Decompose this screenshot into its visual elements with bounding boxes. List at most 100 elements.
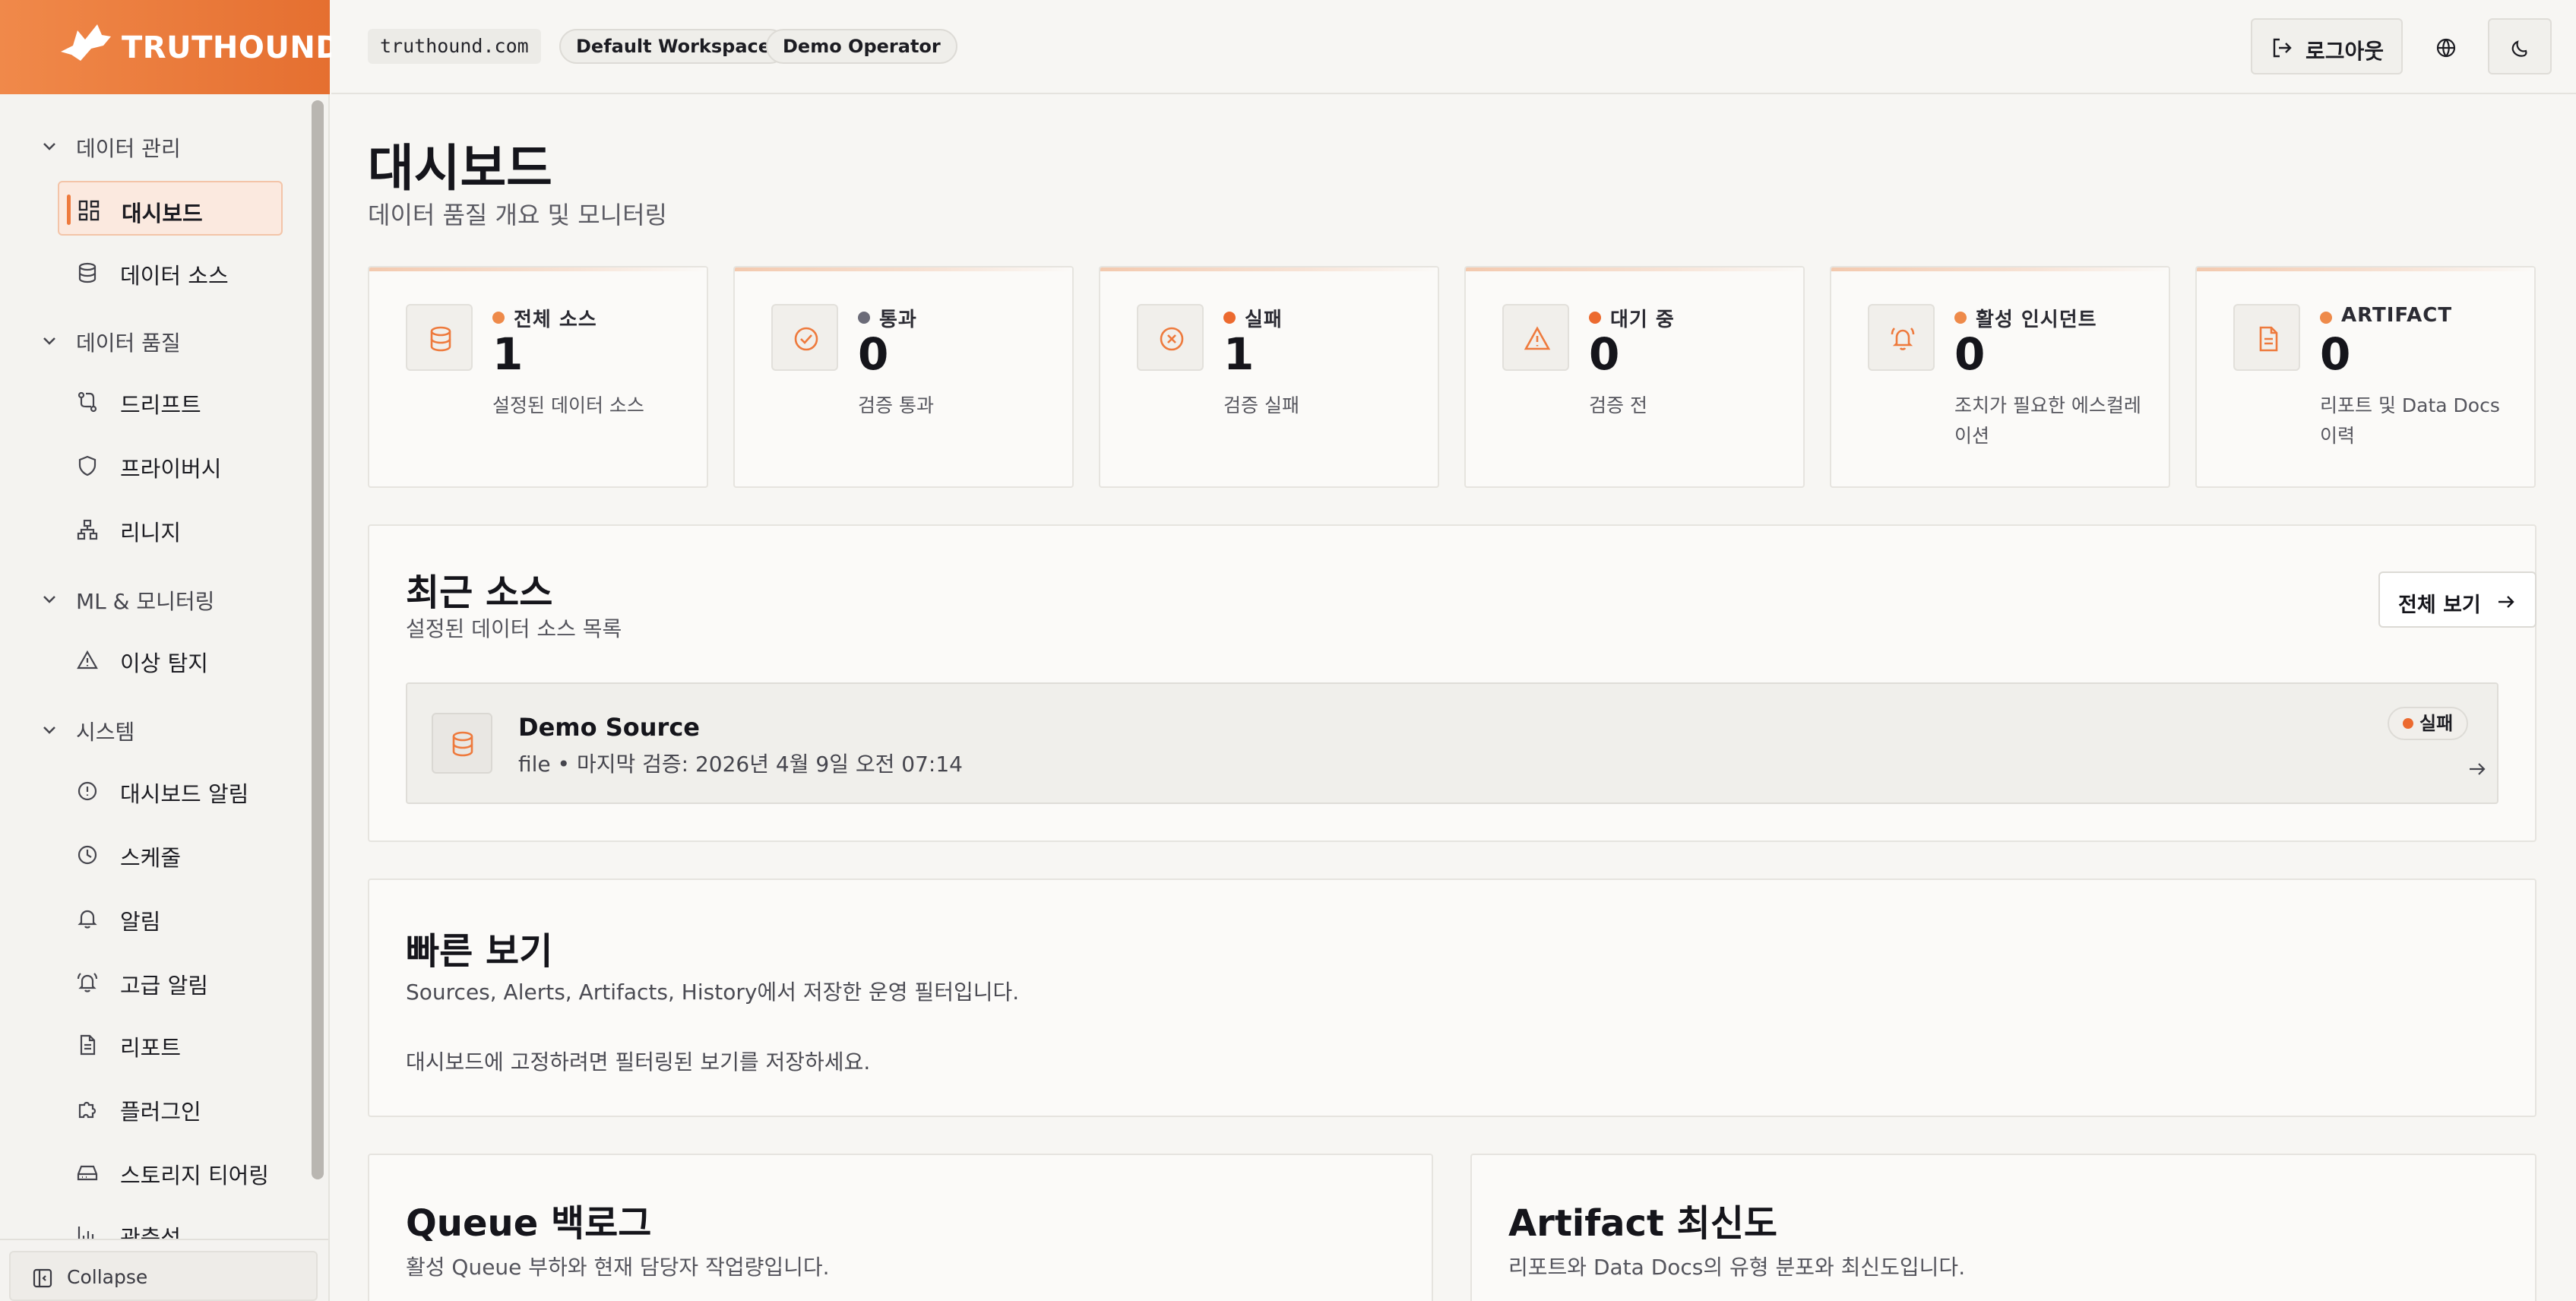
logout-label: 로그아웃 — [2305, 39, 2385, 64]
sidebar-item-reports[interactable]: 리포트 — [58, 1017, 283, 1072]
arrow-right-icon — [2498, 596, 2514, 608]
sidebar-item-label: 스케줄 — [120, 845, 182, 871]
stat-description: 조치가 필요한 에스컬레이션 — [1954, 394, 2141, 447]
status-dot — [492, 312, 505, 324]
stat-description: 설정된 데이터 소스 — [492, 394, 644, 416]
moon-icon — [2511, 40, 2527, 57]
stat-icon-box — [771, 304, 838, 371]
nav-group-label: 시스템 — [76, 720, 135, 745]
sidebar-item-data-sources[interactable]: 데이터 소스 — [58, 245, 283, 299]
stat-icon-box — [1502, 304, 1569, 371]
workspace-pill[interactable]: Default Workspace — [559, 29, 788, 64]
bell-ring-icon — [77, 973, 98, 992]
sidebar-item-label: 드리프트 — [120, 392, 201, 418]
sidebar-item-label: 프라이버시 — [120, 456, 222, 482]
recent-sources-subtitle: 설정된 데이터 소스 목록 — [406, 616, 622, 641]
hard-drive-icon — [77, 1165, 98, 1181]
x-circle-icon — [1160, 327, 1184, 351]
recent-sources-card: 최근 소스 설정된 데이터 소스 목록 전체 보기 Demo Source fi… — [368, 524, 2536, 842]
stat-card-pending[interactable]: 대기 중 0 검증 전 — [1464, 266, 1805, 488]
stat-label: 활성 인시던트 — [1976, 309, 2097, 331]
view-all-label: 전체 보기 — [2398, 594, 2481, 617]
status-dot — [2320, 312, 2332, 324]
sidebar-item-schedule[interactable]: 스케줄 — [58, 827, 283, 882]
stat-description: 검증 통과 — [858, 394, 934, 416]
sidebar-item-label: 관측성 — [120, 1225, 182, 1240]
check-circle-icon — [794, 327, 818, 351]
database-icon — [452, 731, 473, 757]
stat-card-active-incidents[interactable]: 활성 인시던트 0 조치가 필요한 에스컬레이션 — [1830, 266, 2170, 488]
sidebar-item-label: 대시보드 — [122, 201, 203, 226]
chart-icon — [78, 1227, 94, 1240]
stat-card-failed[interactable]: 실패 1 검증 실패 — [1099, 266, 1439, 488]
status-dot — [1223, 312, 1236, 324]
stat-value: 1 — [492, 328, 524, 380]
puzzle-icon — [78, 1101, 97, 1119]
artifact-freshness-subtitle: 리포트와 Data Docs의 유형 분포와 최신도입니다. — [1508, 1255, 1966, 1280]
status-dot — [1954, 312, 1967, 324]
operator-pill[interactable]: Demo Operator — [766, 29, 957, 64]
brand-name: TRUTHOUND — [122, 30, 341, 65]
brand-logo[interactable]: TRUTHOUND — [0, 0, 341, 94]
sidebar-item-advanced-alerts[interactable]: 고급 알림 — [58, 954, 283, 1009]
file-icon — [2259, 326, 2278, 352]
stat-card-passed[interactable]: 통과 0 검증 통과 — [733, 266, 1074, 488]
view-all-button[interactable]: 전체 보기 — [2378, 571, 2536, 628]
bell-icon — [78, 910, 97, 929]
sidebar-item-observability[interactable]: 관측성 — [58, 1207, 283, 1240]
status-dot — [1589, 312, 1601, 324]
collapse-sidebar-button[interactable]: Collapse — [9, 1251, 318, 1301]
sidebar: TRUTHOUND 데이터 관리 대시보드 데이터 소스 데이터 품질 드리프트… — [0, 0, 341, 1301]
arrow-right-icon — [2470, 763, 2486, 775]
page-title: 대시보드 — [368, 139, 552, 198]
sidebar-item-lineage[interactable]: 리니지 — [58, 502, 283, 556]
database-icon — [78, 262, 97, 283]
stat-value: 0 — [1589, 328, 1620, 380]
stat-card-artifact[interactable]: ARTIFACT 0 리포트 및 Data Docs 이력 — [2195, 266, 2536, 488]
sidebar-item-label: 고급 알림 — [120, 973, 208, 999]
dashboard-icon — [78, 200, 100, 221]
sidebar-nav: 데이터 관리 대시보드 데이터 소스 데이터 품질 드리프트 프라이버시 리니지 — [0, 94, 319, 1240]
sidebar-item-privacy[interactable]: 프라이버시 — [58, 438, 283, 492]
sidebar-item-drift[interactable]: 드리프트 — [58, 374, 283, 429]
stat-value: 0 — [1954, 328, 1986, 380]
sidebar-item-label: 알림 — [120, 909, 161, 935]
sidebar-item-label: 리니지 — [120, 520, 182, 546]
stat-description: 검증 전 — [1589, 394, 1647, 416]
bell-ring-icon — [1891, 328, 1915, 350]
stat-card-total-sources[interactable]: 전체 소스 1 설정된 데이터 소스 — [368, 266, 708, 488]
source-icon-box — [432, 713, 492, 774]
warning-icon — [77, 650, 98, 669]
logout-button[interactable]: 로그아웃 — [2251, 18, 2403, 74]
drift-icon — [78, 391, 97, 413]
lineage-icon — [77, 519, 98, 540]
sidebar-item-label: 스토리지 티어링 — [120, 1163, 269, 1189]
nav-group-label: 데이터 품질 — [76, 331, 181, 356]
artifact-freshness-title: Artifact 최신도 — [1508, 1202, 1778, 1245]
sidebar-item-storage-tiering[interactable]: 스토리지 티어링 — [58, 1144, 283, 1199]
sidebar-item-notifications[interactable]: 알림 — [58, 891, 283, 945]
nav-group-label: 데이터 관리 — [76, 136, 181, 161]
sidebar-item-plugins[interactable]: 플러그인 — [58, 1081, 283, 1135]
stat-value: 0 — [2320, 328, 2351, 380]
status-dot — [858, 312, 870, 324]
queue-backlog-card: Queue 백로그 활성 Queue 부하와 현재 담당자 작업량입니다. — [368, 1154, 1433, 1301]
theme-toggle-button[interactable] — [2488, 18, 2552, 74]
chevron-down-icon — [43, 596, 55, 603]
warning-icon — [1524, 326, 1551, 350]
stat-value: 1 — [1223, 328, 1255, 380]
nav-group-label: ML & 모니터링 — [76, 589, 215, 614]
stat-icon-box — [1868, 304, 1935, 371]
source-meta: file • 마지막 검증: 2026년 4월 9일 오전 07:14 — [518, 752, 963, 777]
sidebar-item-anomaly[interactable]: 이상 탐지 — [58, 632, 283, 687]
clock-icon — [78, 845, 97, 865]
sidebar-item-dashboard-alerts[interactable]: 대시보드 알림 — [58, 763, 283, 818]
stat-label: ARTIFACT — [2341, 304, 2453, 327]
sidebar-item-dashboard[interactable]: 대시보드 — [58, 181, 283, 236]
language-button[interactable] — [2421, 18, 2470, 74]
chevron-down-icon — [43, 726, 55, 734]
source-row[interactable]: Demo Source file • 마지막 검증: 2026년 4월 9일 오… — [406, 682, 2498, 804]
sidebar-scrollbar[interactable] — [312, 100, 324, 1179]
page-subtitle: 데이터 품질 개요 및 모니터링 — [368, 201, 667, 229]
sidebar-item-label: 이상 탐지 — [120, 650, 208, 676]
